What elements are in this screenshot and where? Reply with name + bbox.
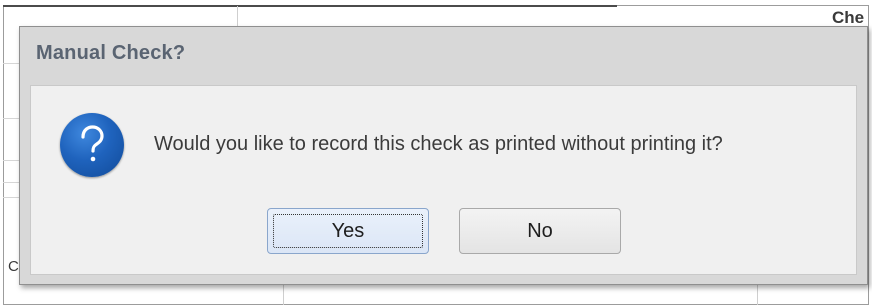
background-row-divider: [3, 197, 19, 198]
yes-button[interactable]: Yes: [267, 208, 429, 254]
dialog-title: Manual Check?: [36, 42, 186, 64]
background-column-divider: [757, 285, 758, 305]
manual-check-dialog: Manual Check? Would you like to record t…: [19, 26, 868, 285]
no-button-label: No: [527, 219, 553, 242]
background-row-divider: [3, 160, 19, 161]
no-button[interactable]: No: [459, 208, 621, 254]
background-title-rule: [3, 5, 617, 7]
question-icon: [60, 113, 124, 177]
background-row-divider: [3, 182, 19, 183]
background-column-divider: [283, 285, 284, 305]
question-mark-glyph: [81, 125, 104, 162]
background-column-divider: [237, 6, 238, 28]
dialog-body: Would you like to record this check as p…: [30, 85, 857, 275]
dialog-message: Would you like to record this check as p…: [154, 133, 723, 155]
yes-button-label: Yes: [331, 219, 365, 242]
background-row-divider: [3, 118, 19, 119]
background-column-header: Che: [832, 8, 865, 27]
background-row-divider: [3, 63, 19, 64]
